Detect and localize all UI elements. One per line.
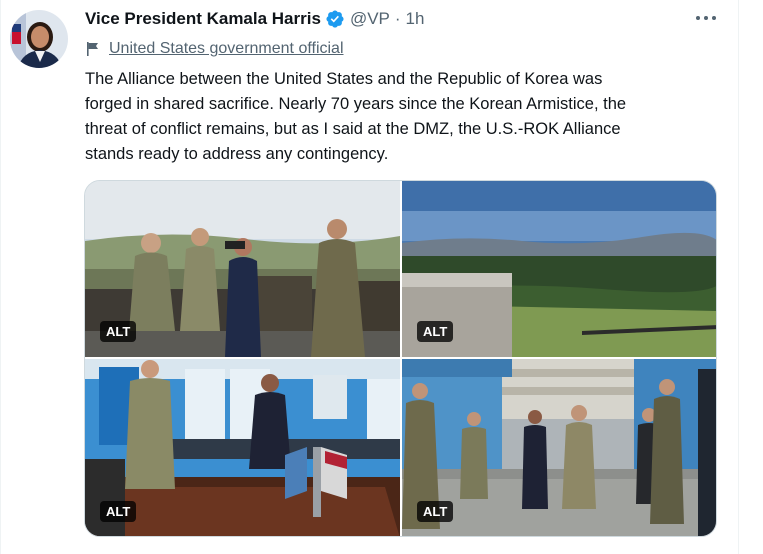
alt-badge[interactable]: ALT (417, 321, 454, 342)
more-dots-icon (696, 16, 700, 20)
author-name[interactable]: Vice President Kamala Harris (85, 9, 321, 29)
verified-badge-icon (326, 10, 344, 28)
avatar-image (10, 10, 68, 68)
account-label: United States government official (85, 37, 344, 61)
author-handle[interactable]: @VP (350, 9, 390, 29)
alt-badge[interactable]: ALT (417, 501, 454, 522)
government-label-link[interactable]: United States government official (109, 40, 344, 58)
tweet-text-line: forged in shared sacrifice. Nearly 70 ye… (85, 95, 627, 113)
more-options-button[interactable] (692, 8, 720, 28)
separator-dot: · (394, 9, 401, 28)
flag-icon (87, 42, 98, 56)
divider (738, 0, 739, 554)
tweet-card[interactable]: Vice President Kamala Harris @VP · 1h Un… (0, 0, 763, 554)
avatar[interactable] (10, 10, 68, 68)
tweet-text-line: threat of conflict remains, but as I sai… (85, 120, 621, 138)
photo-1[interactable]: ALT (85, 181, 400, 357)
divider (0, 0, 1, 554)
tweet-header: Vice President Kamala Harris @VP · 1h (85, 6, 424, 32)
photo-2[interactable]: ALT (402, 181, 716, 357)
photo-3[interactable]: ALT (85, 359, 400, 536)
timestamp[interactable]: 1h (406, 9, 425, 29)
tweet-text-line: The Alliance between the United States a… (85, 70, 603, 88)
tweet-text: The Alliance between the United States a… (85, 67, 725, 167)
tweet-text-line: stands ready to address any contingency. (85, 145, 389, 163)
alt-badge[interactable]: ALT (100, 321, 137, 342)
photo-4[interactable]: ALT (402, 359, 716, 536)
alt-badge[interactable]: ALT (100, 501, 137, 522)
media-grid: ALT ALT ALT ALT (84, 180, 717, 537)
